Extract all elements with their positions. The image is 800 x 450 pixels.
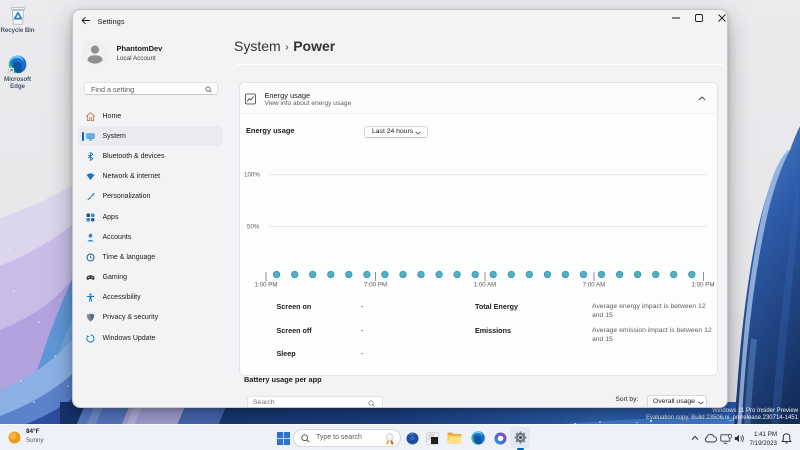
- svg-text:1:00 PM: 1:00 PM: [691, 282, 714, 289]
- svg-text:1:00 PM: 1:00 PM: [254, 282, 277, 289]
- svg-text:1:00 AM: 1:00 AM: [473, 282, 496, 289]
- svg-text:100%: 100%: [244, 172, 260, 179]
- svg-text:7:00 AM: 7:00 AM: [582, 282, 605, 289]
- svg-text:7:00 PM: 7:00 PM: [363, 282, 386, 289]
- svg-text:50%: 50%: [247, 224, 260, 231]
